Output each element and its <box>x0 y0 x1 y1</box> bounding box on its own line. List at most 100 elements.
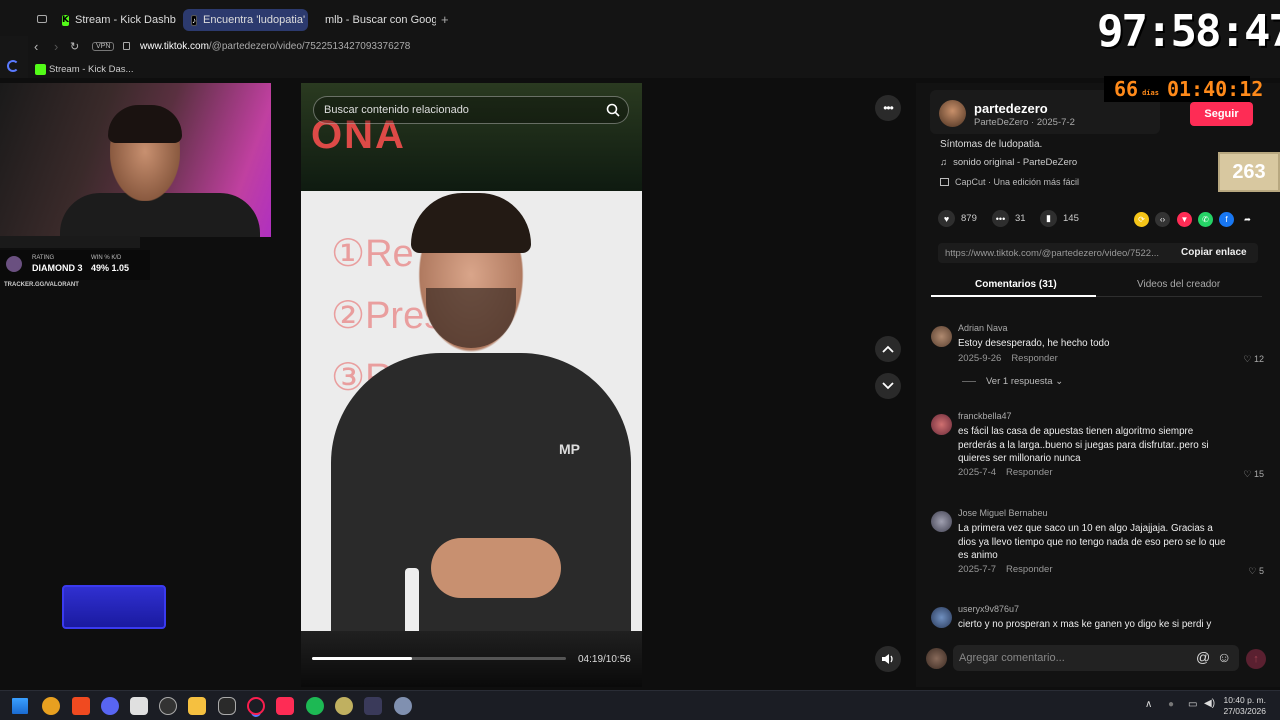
like-count: 879 <box>961 213 977 224</box>
bookmark-stream-kick[interactable]: Stream - Kick Das... <box>49 64 133 75</box>
volume-tray-icon[interactable]: ◀) <box>1204 698 1215 709</box>
author-avatar[interactable] <box>939 100 966 127</box>
comment-text: es fácil las casa de apuestas tienen alg… <box>958 426 1209 464</box>
comment-date: 2025-7-4 <box>958 467 997 478</box>
clock-time: 10:40 p. m. <box>1223 695 1266 705</box>
vpn-badge[interactable]: VPN <box>92 42 115 51</box>
like-stat[interactable]: ♥ 879 <box>938 210 977 227</box>
view-replies-link[interactable]: Ver 1 respuesta ⌄ <box>962 376 1063 387</box>
tiktok-icon: ♪ <box>191 14 197 26</box>
share-arrow-icon[interactable]: ➦ <box>1240 212 1255 227</box>
comment-like[interactable]: ♡ 12 <box>1243 354 1264 365</box>
tab-google-search[interactable]: mlb - Buscar con Google <box>311 9 436 31</box>
game-controller-icon[interactable] <box>218 697 236 715</box>
brave-icon[interactable] <box>72 697 90 715</box>
comment-username[interactable]: useryx9v876u7 <box>958 604 1019 614</box>
file-explorer-icon[interactable] <box>188 697 206 715</box>
commenter-avatar[interactable] <box>931 511 952 532</box>
view-replies-label: Ver 1 respuesta <box>986 376 1053 387</box>
volume-icon[interactable] <box>875 646 901 672</box>
search-icon[interactable] <box>606 103 620 117</box>
forward-arrow-icon[interactable]: › <box>54 39 58 54</box>
new-tab-plus-icon[interactable]: + <box>441 12 449 27</box>
author-username[interactable]: partedezero <box>974 101 1048 116</box>
video-link[interactable]: https://www.tiktok.com/@partedezero/vide… <box>945 248 1177 259</box>
comment-username[interactable]: Jose Miguel Bernabeu <box>958 508 1048 518</box>
more-options-icon[interactable]: ••• <box>875 95 901 121</box>
windows-taskbar: ∧ ● ▭ ◀) 10:40 p. m. 27/03/2026 <box>0 690 1280 720</box>
commenter-avatar[interactable] <box>931 414 952 435</box>
mention-icon[interactable]: @ <box>1196 649 1210 665</box>
save-stat[interactable]: ▮ 145 <box>1040 210 1079 227</box>
tab-comments[interactable]: Comentarios (31) <box>975 279 1057 290</box>
follow-button[interactable]: Seguir <box>1190 102 1253 126</box>
commenter-avatar[interactable] <box>931 326 952 347</box>
video-player[interactable]: ONA ①Re ②Pres ③R MP <box>301 83 642 687</box>
facebook-icon[interactable]: f <box>1219 212 1234 227</box>
windows-start-icon[interactable] <box>12 698 28 714</box>
tray-chevron-up-icon[interactable]: ∧ <box>1145 699 1152 710</box>
settings-gear-icon[interactable] <box>394 697 412 715</box>
tab-label: Encuentra 'ludopatia' <box>203 14 306 26</box>
tab-kick-dashboard[interactable]: K Stream - Kick Dashboard <box>54 9 176 31</box>
lock-icon <box>123 42 130 50</box>
countdown-time: 01:40:12 <box>1166 77 1264 101</box>
repost-icon[interactable]: ⟳ <box>1134 212 1149 227</box>
days-label: días <box>1142 89 1159 97</box>
capcut-label: CapCut · Una edición más fácil <box>955 177 1080 187</box>
bookmarks-bar: Stream - Kick Das... <box>28 60 1280 78</box>
related-search-input[interactable]: Buscar contenido relacionado <box>313 96 629 124</box>
chatgpt-icon[interactable] <box>159 697 177 715</box>
comment-stat[interactable]: ••• 31 <box>992 210 1026 227</box>
emoji-icon[interactable]: ☺ <box>1217 649 1231 665</box>
capcut-link[interactable]: CapCut · Una edición más fácil <box>940 177 1079 187</box>
previous-video-chevron-up-icon[interactable] <box>875 336 901 362</box>
reply-button[interactable]: Responder <box>1011 353 1057 364</box>
tiktok-taskbar-icon[interactable] <box>276 697 294 715</box>
comment-username[interactable]: franckbella47 <box>958 411 1012 421</box>
video-progress-bar[interactable] <box>312 657 566 660</box>
tab-sidebar-toggle-icon[interactable] <box>37 15 47 23</box>
discord-icon[interactable] <box>101 697 119 715</box>
comment-username[interactable]: Adrian Nava <box>958 323 1008 333</box>
copy-link-button[interactable]: Copiar enlace <box>1181 247 1247 258</box>
author-nickname-date: ParteDeZero · 2025-7-2 <box>974 117 1075 128</box>
whatsapp-icon[interactable]: ✆ <box>1198 212 1213 227</box>
comment-like[interactable]: ♡ 5 <box>1248 566 1264 577</box>
store-icon[interactable] <box>130 697 148 715</box>
tab-creator-videos[interactable]: Videos del creador <box>1137 279 1220 290</box>
engagement-stats: ♥ 879 ••• 31 ▮ 145 ⟳ ‹› ▼ ✆ f ➦ <box>938 210 1258 230</box>
embed-icon[interactable]: ‹› <box>1155 212 1170 227</box>
comment-placeholder: Agregar comentario... <box>959 652 1065 664</box>
comment-date: 2025-9-26 <box>958 353 1002 364</box>
send-icon[interactable]: ▼ <box>1177 212 1192 227</box>
refresh-sidebar-icon[interactable] <box>7 60 19 72</box>
back-arrow-icon[interactable]: ‹ <box>34 39 38 54</box>
opera-gx-icon[interactable] <box>247 697 265 715</box>
chevron-down-icon: ⌄ <box>1055 376 1064 387</box>
app-circle-icon[interactable] <box>335 697 353 715</box>
post-comment-button[interactable]: ↑ <box>1246 649 1266 669</box>
active-tab-indicator <box>931 295 1096 297</box>
kick-icon: K <box>62 14 69 26</box>
reply-button[interactable]: Responder <box>1006 564 1052 575</box>
comment-input[interactable]: Agregar comentario... @ ☺ <box>953 645 1239 671</box>
mic-icon[interactable]: ● <box>1168 699 1174 710</box>
comment-like[interactable]: ♡ 15 <box>1243 469 1264 480</box>
spotify-icon[interactable] <box>306 697 324 715</box>
terminal-icon[interactable] <box>364 697 382 715</box>
commenter-avatar[interactable] <box>931 607 952 628</box>
url-field[interactable]: www.tiktok.com/@partedezero/video/752251… <box>140 41 410 52</box>
tab-tiktok-search[interactable]: ♪ Encuentra 'ludopatia' <box>183 9 308 31</box>
video-description: Síntomas de ludopatia. <box>940 139 1043 150</box>
comment-text: La primera vez que saco un 10 en algo Ja… <box>958 523 1226 561</box>
next-video-chevron-down-icon[interactable] <box>875 373 901 399</box>
sound-link[interactable]: ♫ sonido original - ParteDeZero <box>940 157 1077 168</box>
network-icon[interactable]: ▭ <box>1188 699 1197 710</box>
coin-app-icon[interactable] <box>42 697 60 715</box>
reload-icon[interactable]: ↻ <box>70 40 79 53</box>
days-count: 66 <box>1114 77 1139 101</box>
system-clock[interactable]: 10:40 p. m. 27/03/2026 <box>1223 695 1266 717</box>
reply-button[interactable]: Responder <box>1006 467 1052 478</box>
comment-item: useryx9v876u7 cierto y no prosperan x ma… <box>931 604 1271 633</box>
